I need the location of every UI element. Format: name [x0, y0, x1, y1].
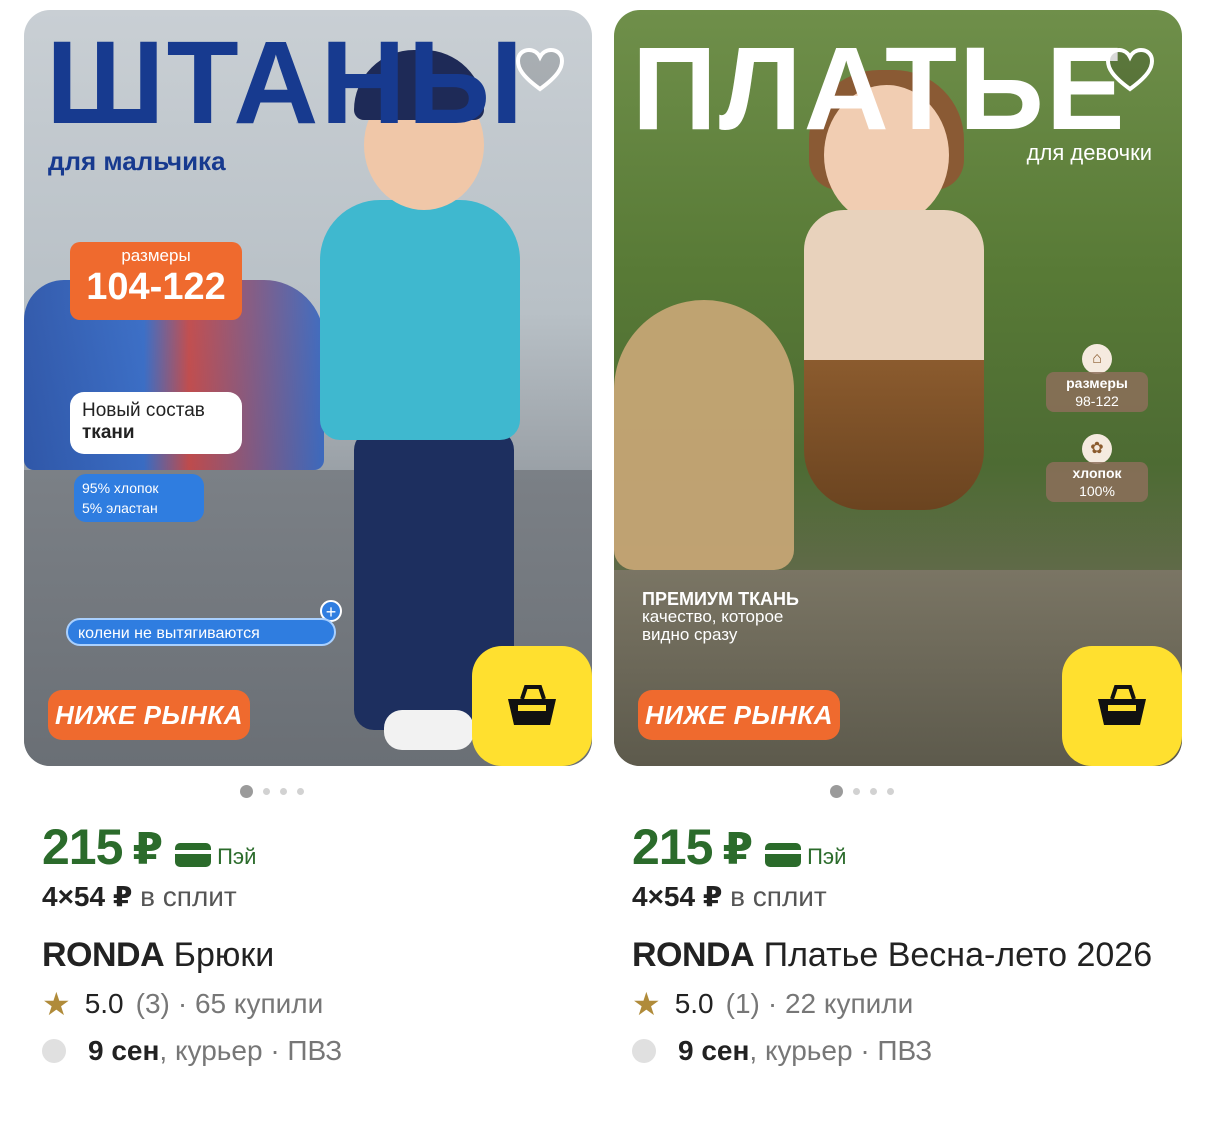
fabric-label: хлопок — [1072, 465, 1122, 481]
hanger-icon: ⌂ — [1082, 344, 1112, 374]
brand-name: RONDA — [42, 936, 165, 974]
slide-indicator — [542, 784, 1182, 798]
delivery-methods: , курьер · ПВЗ — [749, 1035, 933, 1066]
composition-line1: 95% хлопок — [82, 480, 159, 496]
star-icon: ★ — [632, 986, 661, 1022]
premium-line2: качество, которое — [642, 607, 784, 626]
product-name: Брюки — [173, 936, 275, 974]
below-market-badge: НИЖЕ РЫНКА — [638, 690, 840, 740]
product-card-dress[interactable]: ПЛАТЬЕ для девочки ⌂ размеры 98-122 ✿ хл… — [614, 10, 1182, 1067]
bought-count: · 65 купили — [177, 988, 324, 1019]
delivery-date: 9 сен — [678, 1035, 750, 1066]
split-price: 4×54 ₽ в сплит — [42, 880, 592, 913]
fabric-pill: хлопок 100% — [1046, 462, 1148, 502]
pay-label: Пэй — [217, 844, 257, 869]
bubble-line2: ткани — [82, 422, 135, 443]
add-to-cart-button[interactable] — [1062, 646, 1182, 766]
product-title[interactable]: RONDA Платье Весна-лето 2026 — [632, 933, 1172, 977]
currency: ₽ — [722, 825, 754, 874]
heart-outline-icon[interactable] — [1102, 42, 1158, 98]
price: 215 — [632, 819, 713, 875]
delivery-row: 9 сен , курьер · ПВЗ — [632, 1035, 1182, 1067]
sizes-value: 104-122 — [86, 266, 226, 308]
delivery-dot-icon — [632, 1039, 656, 1063]
premium-line1: ПРЕМИУМ ТКАНЬ — [642, 589, 799, 609]
split-amount: 4×54 ₽ — [632, 881, 723, 912]
product-image[interactable]: ПЛАТЬЕ для девочки ⌂ размеры 98-122 ✿ хл… — [614, 10, 1182, 766]
rating-value: 5.0 — [674, 988, 714, 1019]
bubble-line1: Новый состав — [82, 400, 205, 421]
split-amount: 4×54 ₽ — [42, 881, 133, 912]
rating-value: 5.0 — [84, 988, 124, 1019]
knee-badge: колени не вытягиваются — [66, 618, 336, 646]
heart-outline-icon[interactable] — [512, 42, 568, 98]
slide-dot[interactable] — [297, 787, 304, 795]
sizes-pill: размеры 98-122 — [1046, 372, 1148, 412]
product-name: Платье Весна-лето 2026 — [763, 936, 1153, 974]
slide-dot-active[interactable] — [240, 784, 253, 798]
fabric-bubble: Новый состав ткани — [70, 392, 242, 454]
image-subheadline: для девочки — [1026, 140, 1152, 165]
slide-dot[interactable] — [870, 787, 877, 795]
image-subheadline: для мальчика — [48, 146, 226, 176]
background-swing — [614, 300, 794, 570]
rating-row: ★ 5.0 (3) · 65 купили — [42, 985, 592, 1023]
basket-icon — [1098, 685, 1146, 725]
basket-icon — [508, 685, 556, 725]
composition-badge: 95% хлопок 5% эластан — [74, 474, 204, 522]
rating-row: ★ 5.0 (1) · 22 купили — [632, 985, 1182, 1023]
reviews-count: (1) — [725, 988, 760, 1019]
premium-line3: видно сразу — [642, 625, 738, 644]
slide-indicator — [0, 784, 592, 798]
brand-name: RONDA — [632, 936, 755, 974]
cotton-icon: ✿ — [1082, 434, 1112, 464]
pay-label: Пэй — [807, 844, 847, 869]
reviews-count: (3) — [135, 988, 170, 1019]
sizes-label: размеры — [121, 246, 191, 265]
sizes-value: 98-122 — [1075, 393, 1119, 409]
split-label: в сплит — [730, 881, 827, 912]
bought-count: · 22 купили — [767, 988, 914, 1019]
slide-dot[interactable] — [887, 787, 894, 795]
add-to-cart-button[interactable] — [472, 646, 592, 766]
image-headline: ПЛАТЬЕ — [632, 23, 1127, 155]
price: 215 — [42, 819, 123, 875]
premium-caption: ПРЕМИУМ ТКАНЬ качество, которое видно ср… — [642, 590, 799, 644]
model-shoes — [384, 710, 474, 750]
slide-dot[interactable] — [853, 787, 860, 795]
split-price: 4×54 ₽ в сплит — [632, 880, 1182, 913]
price-row: 215 ₽ Пэй — [632, 818, 1182, 876]
delivery-dot-icon — [42, 1039, 66, 1063]
model-dress — [804, 210, 984, 510]
star-icon: ★ — [42, 986, 71, 1022]
model-shirt — [320, 200, 520, 440]
composition-line2: 5% эластан — [82, 500, 158, 516]
sizes-badge: размеры 104-122 — [70, 242, 242, 320]
delivery-date: 9 сен — [88, 1035, 160, 1066]
price-row: 215 ₽ Пэй — [42, 818, 592, 876]
currency: ₽ — [132, 825, 164, 874]
card-icon — [765, 843, 802, 867]
image-headline: ШТАНЫ — [46, 17, 526, 149]
below-market-badge: НИЖЕ РЫНКА — [48, 690, 250, 740]
slide-dot[interactable] — [263, 787, 270, 795]
product-image[interactable]: ШТАНЫ для мальчика размеры 104-122 Новый… — [24, 10, 592, 766]
product-title[interactable]: RONDA Брюки — [42, 933, 582, 977]
fabric-value: 100% — [1079, 483, 1115, 499]
delivery-row: 9 сен , курьер · ПВЗ — [42, 1035, 592, 1067]
sizes-label: размеры — [1066, 375, 1128, 391]
split-label: в сплит — [140, 881, 237, 912]
slide-dot-active[interactable] — [830, 784, 843, 798]
slide-dot[interactable] — [280, 787, 287, 795]
delivery-methods: , курьер · ПВЗ — [159, 1035, 343, 1066]
card-icon — [175, 843, 212, 867]
product-card-pants[interactable]: ШТАНЫ для мальчика размеры 104-122 Новый… — [24, 10, 592, 1067]
